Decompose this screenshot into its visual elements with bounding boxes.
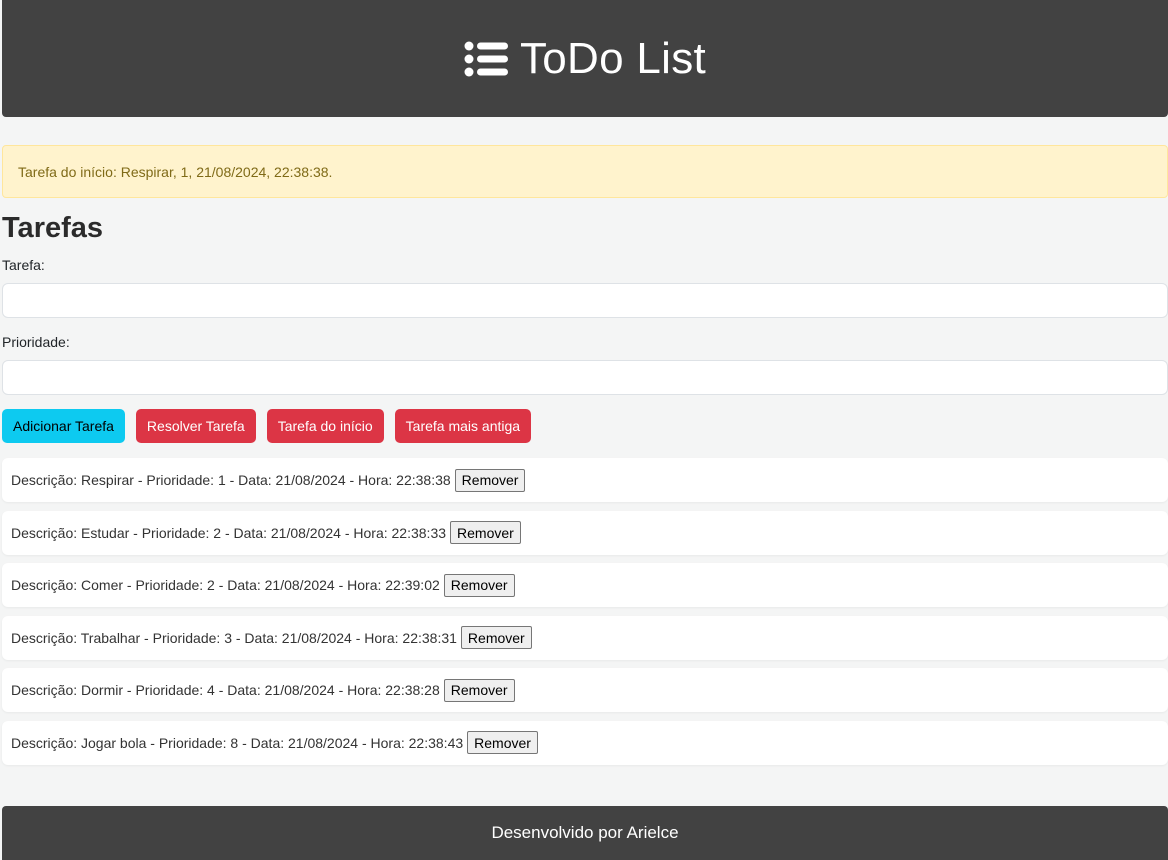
remove-task-button[interactable]: Remover (450, 521, 521, 545)
section-title: Tarefas (2, 212, 104, 244)
remove-task-button[interactable]: Remover (467, 731, 538, 755)
task-item: Descrição: Dormir - Prioridade: 4 - Data… (2, 668, 1168, 713)
task-item: Descrição: Comer - Prioridade: 2 - Data:… (2, 563, 1168, 608)
first-task-button[interactable]: Tarefa do início (266, 409, 384, 443)
alert-text: Tarefa do início: Respirar, 1, 21/08/202… (18, 163, 333, 180)
app-title: ToDo List (519, 33, 707, 83)
footer-text: Desenvolvido por Arielce (491, 823, 679, 842)
oldest-task-button[interactable]: Tarefa mais antiga (394, 409, 532, 443)
priority-input[interactable] (2, 360, 1168, 395)
first-task-alert: Tarefa do início: Respirar, 1, 21/08/202… (2, 145, 1168, 198)
task-text: Descrição: Trabalhar - Prioridade: 3 - D… (11, 629, 457, 646)
app-header: ToDo List (2, 0, 1168, 117)
task-label: Tarefa: (2, 257, 45, 273)
task-text: Descrição: Jogar bola - Prioridade: 8 - … (11, 734, 464, 751)
task-list: Descrição: Respirar - Prioridade: 1 - Da… (2, 458, 1168, 774)
task-item: Descrição: Jogar bola - Prioridade: 8 - … (2, 720, 1168, 765)
task-item: Descrição: Respirar - Prioridade: 1 - Da… (2, 458, 1168, 502)
task-text: Descrição: Comer - Prioridade: 2 - Data:… (11, 577, 440, 594)
priority-label: Prioridade: (2, 334, 70, 350)
resolve-task-button[interactable]: Resolver Tarefa (135, 409, 256, 443)
task-item: Descrição: Estudar - Prioridade: 2 - Dat… (2, 510, 1168, 555)
remove-task-button[interactable]: Remover (443, 573, 515, 597)
brand: ToDo List (464, 33, 707, 83)
app-footer: Desenvolvido por Arielce (2, 806, 1168, 860)
list-icon (464, 41, 508, 76)
remove-task-button[interactable]: Remover (460, 626, 532, 650)
task-text: Descrição: Dormir - Prioridade: 4 - Data… (11, 682, 440, 699)
task-text: Descrição: Respirar - Prioridade: 1 - Da… (11, 472, 451, 488)
task-text: Descrição: Estudar - Prioridade: 2 - Dat… (11, 524, 447, 541)
action-buttons: Adicionar Tarefa Resolver Tarefa Tarefa … (2, 409, 532, 443)
remove-task-button[interactable]: Remover (443, 678, 515, 702)
task-item: Descrição: Trabalhar - Prioridade: 3 - D… (2, 615, 1168, 660)
remove-task-button[interactable]: Remover (454, 468, 526, 492)
add-task-button[interactable]: Adicionar Tarefa (2, 409, 125, 443)
todo-app: ToDo List Tarefa do início: Respirar, 1,… (0, 0, 1168, 860)
task-input[interactable] (2, 283, 1168, 318)
